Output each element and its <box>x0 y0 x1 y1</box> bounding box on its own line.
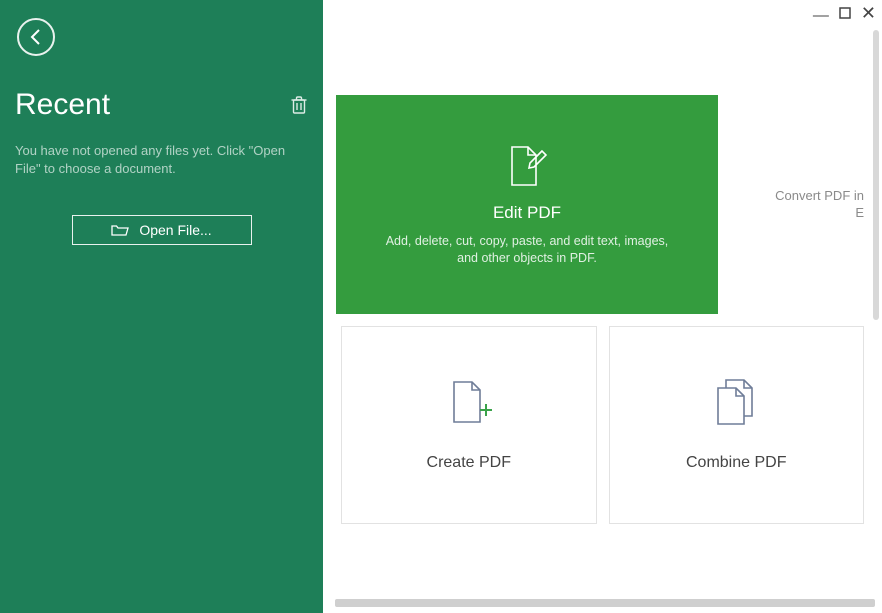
chevron-left-icon <box>29 29 43 45</box>
document-pencil-icon <box>506 143 548 189</box>
open-file-label: Open File... <box>139 222 211 238</box>
edit-pdf-card[interactable]: Edit PDF Add, delete, cut, copy, paste, … <box>336 95 718 314</box>
horizontal-scrollbar[interactable] <box>335 599 875 607</box>
app-window: Recent You have not opened any files yet… <box>0 0 882 613</box>
combine-pdf-card[interactable]: Combine PDF <box>609 326 865 524</box>
recent-header: Recent <box>15 88 308 122</box>
convert-pdf-peek-text: Convert PDF in E <box>775 188 864 222</box>
open-file-button[interactable]: Open File... <box>72 215 252 245</box>
folder-icon <box>111 223 129 237</box>
convert-pdf-card-partial[interactable]: Convert PDF in E <box>730 95 864 314</box>
document-plus-icon <box>446 378 492 428</box>
edit-pdf-title: Edit PDF <box>493 203 561 223</box>
main-area: — ✕ Edit PDF Add, delete, cut, copy, pas… <box>323 0 882 613</box>
create-pdf-title: Create PDF <box>427 454 511 472</box>
sidebar: Recent You have not opened any files yet… <box>0 0 323 613</box>
back-button[interactable] <box>17 18 55 56</box>
content: Edit PDF Add, delete, cut, copy, paste, … <box>323 0 882 613</box>
combine-pdf-title: Combine PDF <box>686 454 786 472</box>
clear-recent-button[interactable] <box>290 95 308 115</box>
recent-title: Recent <box>15 88 110 122</box>
edit-pdf-desc: Add, delete, cut, copy, paste, and edit … <box>377 233 677 267</box>
trash-icon <box>290 95 308 115</box>
create-pdf-card[interactable]: Create PDF <box>341 326 597 524</box>
card-row-2: Create PDF Combine PDF <box>323 326 882 524</box>
card-row-1: Edit PDF Add, delete, cut, copy, paste, … <box>323 95 882 314</box>
documents-stack-icon <box>710 378 762 428</box>
recent-empty-message: You have not opened any files yet. Click… <box>15 142 295 177</box>
